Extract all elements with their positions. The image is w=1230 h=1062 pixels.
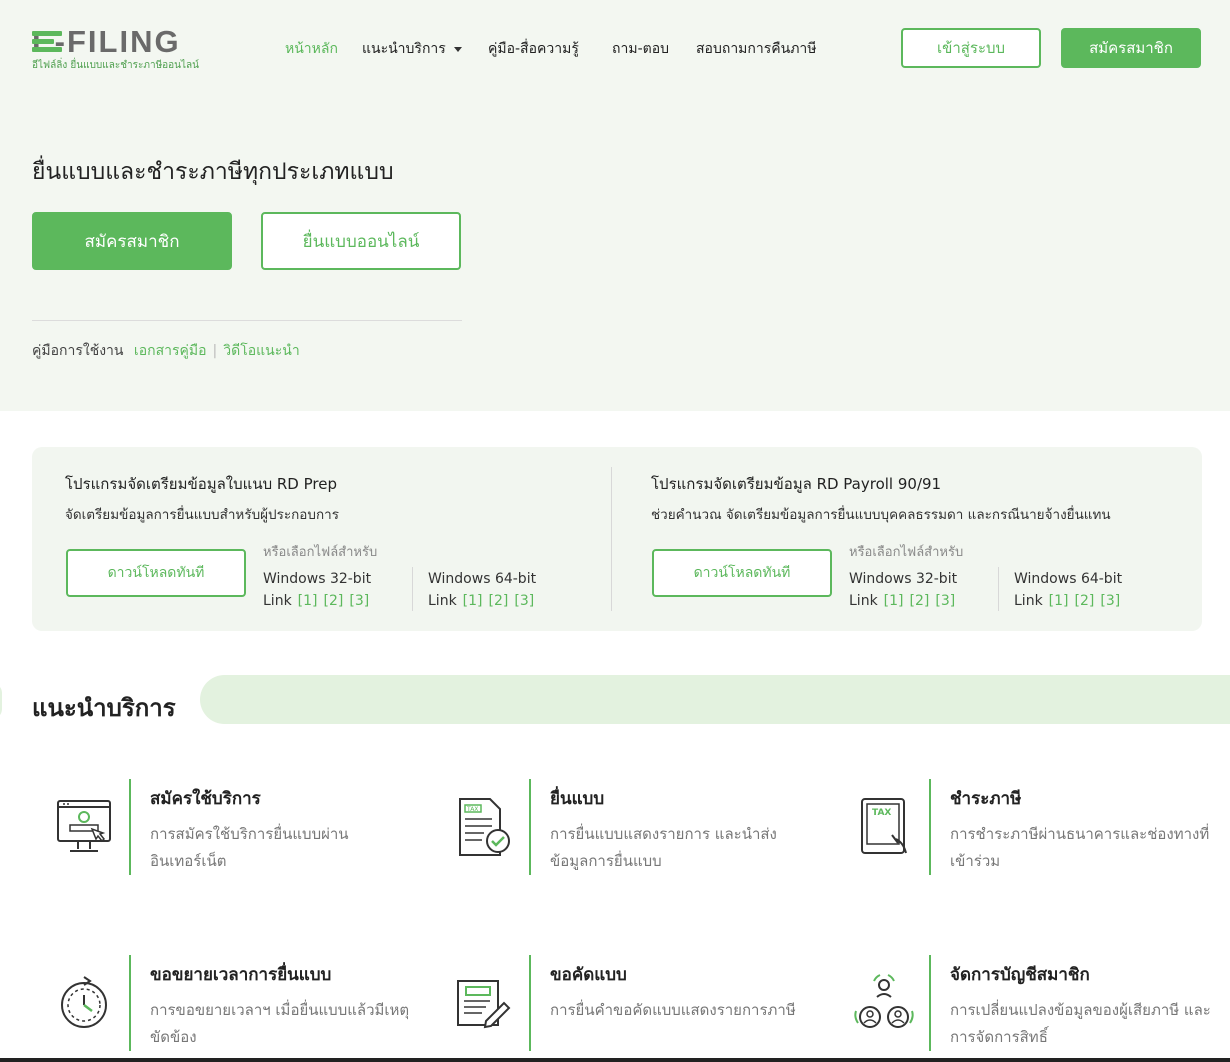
- os-windows-64: Windows 64-bit Link [1] [2] [3]: [1014, 568, 1122, 612]
- os-windows-32: Windows 32-bit Link [1] [2] [3]: [849, 568, 957, 612]
- hero-title: ยื่นแบบและชำระภาษีทุกประเภทแบบ: [32, 159, 394, 185]
- service-extend-filing[interactable]: ขอขยายเวลาการยื่นแบบ การขอขยายเวลาฯ เมื่…: [32, 955, 412, 1051]
- download-rdpayroll: โปรแกรมจัดเตรียมข้อมูล RD Payroll 90/91 …: [651, 447, 1196, 631]
- tax-tablet-icon: TAX: [861, 798, 907, 854]
- os-name: Windows 64-bit: [428, 571, 537, 587]
- computer-register-icon: [57, 800, 111, 852]
- os-links: Link [1] [2] [3]: [263, 590, 371, 612]
- guide-label: คู่มือการใช้งาน: [32, 343, 124, 359]
- link-label: Link: [1014, 593, 1043, 609]
- logo-subtitle: อีไฟล์ลิ่ง ยื่นแบบและชำระภาษีออนไลน์: [32, 60, 199, 71]
- service-copy-request[interactable]: ขอคัดแบบ การยื่นคำขอคัดแบบแสดงรายการภาษี: [432, 955, 812, 1051]
- service-title: ขอคัดแบบ: [550, 965, 627, 985]
- link-3[interactable]: [3]: [514, 593, 534, 609]
- download-title: โปรแกรมจัดเตรียมข้อมูล RD Payroll 90/91: [651, 475, 942, 493]
- link-2[interactable]: [2]: [1075, 593, 1095, 609]
- svg-text:TAX: TAX: [466, 806, 478, 813]
- service-divider: [529, 779, 531, 875]
- service-divider: [529, 955, 531, 1051]
- site-logo[interactable]: E-FILING อีไฟล์ลิ่ง ยื่นแบบและชำระภาษีออ…: [32, 24, 232, 74]
- download-now-button[interactable]: ดาวน์โหลดทันที: [652, 549, 832, 597]
- link-3[interactable]: [3]: [935, 593, 955, 609]
- logo-bars-icon: [32, 31, 66, 52]
- link-2[interactable]: [2]: [324, 593, 344, 609]
- link-2[interactable]: [2]: [489, 593, 509, 609]
- service-file-return[interactable]: TAX ยื่นแบบ การยื่นแบบแสดงรายการ และนำส่…: [432, 779, 812, 875]
- os-links: Link [1] [2] [3]: [849, 590, 957, 612]
- guide-video-link[interactable]: วิดีโอแนะนำ: [223, 343, 299, 359]
- link-1[interactable]: [1]: [1049, 593, 1069, 609]
- link-2[interactable]: [2]: [910, 593, 930, 609]
- os-windows-64: Windows 64-bit Link [1] [2] [3]: [428, 568, 536, 612]
- header-register-button[interactable]: สมัครสมาชิก: [1061, 28, 1201, 68]
- link-3[interactable]: [3]: [1100, 593, 1120, 609]
- file-online-button[interactable]: ยื่นแบบออนไลน์: [261, 212, 461, 270]
- link-label: Link: [263, 593, 292, 609]
- os-windows-32: Windows 32-bit Link [1] [2] [3]: [263, 568, 371, 612]
- section-heading-band: [200, 675, 1230, 724]
- link-3[interactable]: [3]: [349, 593, 369, 609]
- guide-doc-link[interactable]: เอกสารคู่มือ: [134, 343, 207, 359]
- link-1[interactable]: [1]: [463, 593, 483, 609]
- service-title: จัดการบัญชีสมาชิก: [950, 965, 1090, 985]
- nav-item-services[interactable]: แนะนำบริการ: [362, 38, 462, 60]
- link-1[interactable]: [1]: [298, 593, 318, 609]
- download-desc: จัดเตรียมข้อมูลการยื่นแบบสำหรับผู้ประกอบ…: [65, 507, 339, 523]
- column-divider: [611, 467, 612, 611]
- services-heading: แนะนำบริการ: [32, 694, 176, 722]
- or-choose-label: หรือเลือกไฟล์สำหรับ: [849, 545, 964, 560]
- service-divider: [929, 955, 931, 1051]
- chevron-down-icon: [453, 46, 462, 52]
- service-title: ยื่นแบบ: [550, 789, 605, 809]
- nav-item-services-label: แนะนำบริการ: [362, 41, 446, 57]
- user-group-icon: [854, 974, 914, 1028]
- download-panel: โปรแกรมจัดเตรียมข้อมูลใบแนบ RD Prep จัดเ…: [32, 447, 1202, 631]
- service-desc: การสมัครใช้บริการยื่นแบบผ่านอินเทอร์เน็ต: [150, 825, 349, 870]
- decorative-pill: [0, 683, 2, 719]
- service-desc: การยื่นคำขอคัดแบบแสดงรายการภาษี: [550, 1001, 796, 1019]
- nav-item-manual[interactable]: คู่มือ-สื่อความรู้: [488, 38, 579, 60]
- login-button[interactable]: เข้าสู่ระบบ: [901, 28, 1041, 68]
- link-1[interactable]: [1]: [884, 593, 904, 609]
- svg-text:TAX: TAX: [872, 808, 891, 818]
- service-divider: [129, 779, 131, 875]
- or-choose-label: หรือเลือกไฟล์สำหรับ: [263, 545, 378, 560]
- service-pay-tax[interactable]: TAX ชำระภาษี การชำระภาษีผ่านธนาคารและช่อ…: [832, 779, 1212, 875]
- bottom-border: [0, 1058, 1230, 1062]
- service-desc: การเปลี่ยนแปลงข้อมูลของผู้เสียภาษี และกา…: [950, 1001, 1211, 1046]
- service-desc: การยื่นแบบแสดงรายการ และนำส่งข้อมูลการยื…: [550, 825, 777, 870]
- os-name: Windows 32-bit: [849, 571, 958, 587]
- os-name: Windows 32-bit: [263, 571, 372, 587]
- hero-register-button[interactable]: สมัครสมาชิก: [32, 212, 232, 270]
- nav-item-faq[interactable]: ถาม-ตอบ: [612, 38, 669, 60]
- hero-divider: [32, 320, 462, 321]
- download-rdprep: โปรแกรมจัดเตรียมข้อมูลใบแนบ RD Prep จัดเ…: [65, 447, 605, 631]
- os-divider: [998, 567, 999, 611]
- service-title: สมัครใช้บริการ: [150, 789, 261, 809]
- os-divider: [412, 567, 413, 611]
- nav-item-refund-inquiry[interactable]: สอบถามการคืนภาษี: [696, 38, 817, 60]
- service-register[interactable]: สมัครใช้บริการ การสมัครใช้บริการยื่นแบบผ…: [32, 779, 412, 875]
- os-name: Windows 64-bit: [1014, 571, 1123, 587]
- download-title: โปรแกรมจัดเตรียมข้อมูลใบแนบ RD Prep: [65, 475, 337, 493]
- nav-item-home[interactable]: หน้าหลัก: [285, 38, 338, 60]
- service-title: ชำระภาษี: [950, 789, 1022, 809]
- service-divider: [929, 779, 931, 875]
- os-links: Link [1] [2] [3]: [428, 590, 536, 612]
- link-label: Link: [428, 593, 457, 609]
- service-desc: การชำระภาษีผ่านธนาคารและช่องทางที่เข้าร่…: [950, 825, 1210, 870]
- document-edit-icon: [457, 980, 511, 1029]
- download-desc: ช่วยคำนวณ จัดเตรียมข้อมูลการยื่นแบบบุคคล…: [651, 507, 1111, 523]
- link-label: Link: [849, 593, 878, 609]
- service-title: ขอขยายเวลาการยื่นแบบ: [150, 965, 332, 985]
- service-divider: [129, 955, 131, 1051]
- os-links: Link [1] [2] [3]: [1014, 590, 1122, 612]
- tax-form-check-icon: TAX: [459, 798, 510, 856]
- separator: |: [212, 343, 218, 359]
- service-desc: การขอขยายเวลาฯ เมื่อยื่นแบบแล้วมีเหตุขัด…: [150, 1001, 410, 1046]
- guide-links: คู่มือการใช้งาน เอกสารคู่มือ | วิดีโอแนะนำ: [32, 340, 300, 362]
- service-manage-account[interactable]: จัดการบัญชีสมาชิก การเปลี่ยนแปลงข้อมูลขอ…: [832, 955, 1212, 1051]
- download-now-button[interactable]: ดาวน์โหลดทันที: [66, 549, 246, 597]
- clock-extend-icon: [61, 976, 107, 1028]
